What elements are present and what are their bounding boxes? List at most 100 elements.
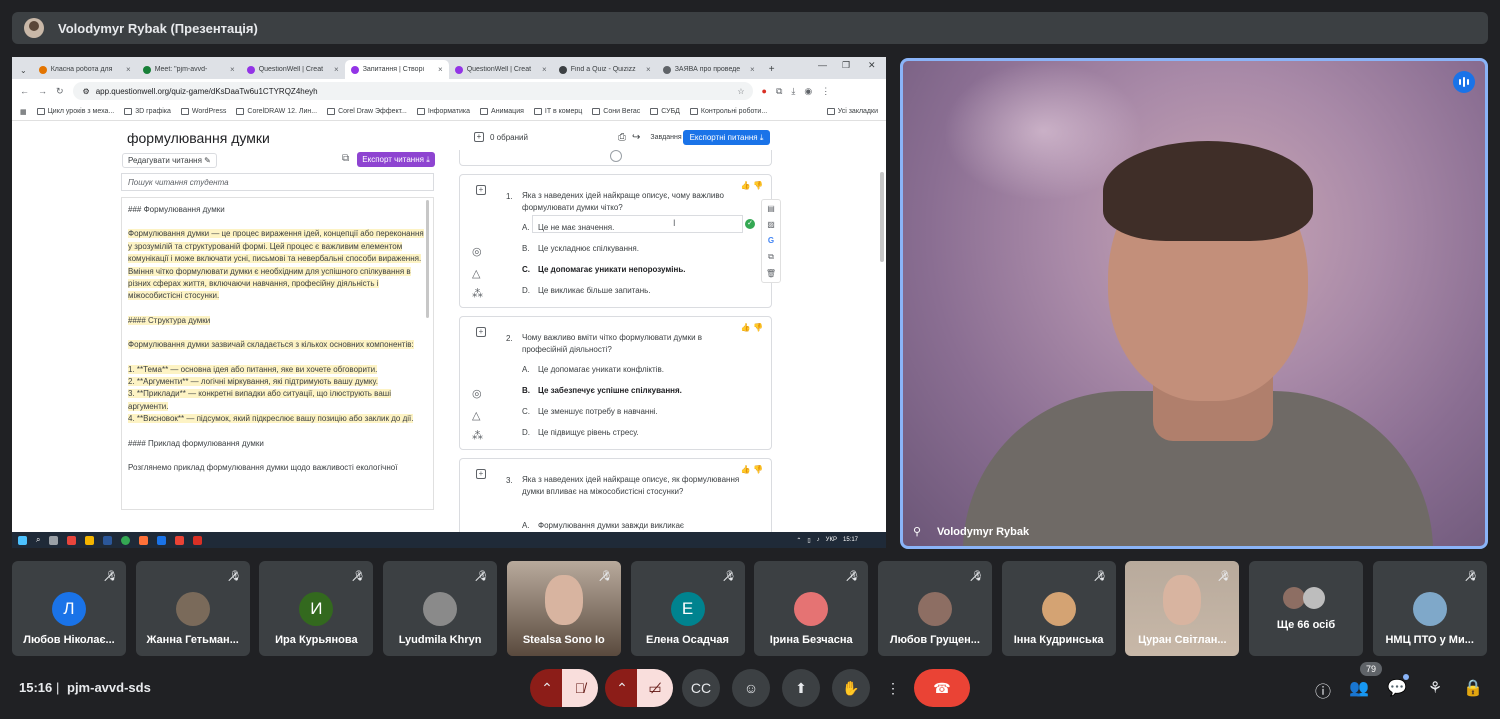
browser-tab[interactable]: ЗАЯВА про проведе × <box>657 60 761 79</box>
app-icon[interactable] <box>139 535 149 545</box>
participant-tile[interactable]: 🎙 Цуран Світлан... <box>1125 561 1240 656</box>
shapes-icon[interactable]: ⁂ <box>472 429 483 442</box>
duplicate-icon[interactable]: ⧉ <box>768 252 774 262</box>
reload-icon[interactable]: ↻ <box>56 86 64 97</box>
add-question-icon[interactable]: + <box>476 327 486 337</box>
browser-tab[interactable]: Find a Quiz - Quizizz × <box>553 60 657 79</box>
host-controls-icon[interactable]: 🔒 <box>1462 678 1484 700</box>
maximize-icon[interactable]: ❐ <box>842 60 850 71</box>
triangle-icon[interactable]: △ <box>472 267 480 280</box>
bookmark-item[interactable]: Corel Draw Эффект... <box>327 108 407 115</box>
camera-toggle-button[interactable]: ▭̸ <box>637 669 673 707</box>
participant-tile[interactable]: 🎙 Любов Грущен... <box>877 561 992 656</box>
download-icon[interactable]: ⤓ <box>791 86 795 97</box>
bookmark-item[interactable]: Сони Вегас <box>592 108 640 115</box>
people-icon[interactable]: 👥 <box>1348 678 1370 700</box>
option-b-text[interactable]: Це забезпечує успішне спілкування. <box>538 386 682 395</box>
participant-tile[interactable]: Е 🎙 Елена Осадчая <box>630 561 745 656</box>
camera-options-button[interactable]: ⌃ <box>605 669 639 707</box>
mic-options-button[interactable]: ⌃ <box>530 669 564 707</box>
option-c-text[interactable]: Це допомагає уникати непорозумінь. <box>538 265 686 274</box>
bookmark-item[interactable]: Інформатика <box>416 108 470 115</box>
presentation-pin-icon[interactable]: ⚲ <box>913 525 921 538</box>
reading-text-area[interactable]: ### Формулювання думки Формулювання думки… <box>121 197 434 510</box>
option-a-text[interactable]: Формулювання думки завжди викликає <box>538 521 684 530</box>
option-c-text[interactable]: Це зменшує потребу в навчанні. <box>538 407 658 416</box>
google-icon[interactable]: G <box>768 236 774 245</box>
close-tab-icon[interactable]: × <box>438 65 443 74</box>
more-options-button[interactable]: ⋮ <box>880 669 906 707</box>
word-icon[interactable] <box>103 535 113 545</box>
search-student-reading-input[interactable]: Пошук читання студента <box>121 173 434 191</box>
close-tab-icon[interactable]: × <box>126 65 131 74</box>
participant-tile[interactable]: Ще 66 осіб <box>1249 561 1363 656</box>
close-window-icon[interactable]: ✕ <box>868 60 876 71</box>
add-question-icon[interactable]: + <box>476 469 486 479</box>
windows-start-icon[interactable] <box>18 535 27 545</box>
captions-button[interactable]: CC <box>682 669 720 707</box>
thumbs-icons[interactable]: 👍 👎 <box>741 465 763 474</box>
browser-tab[interactable]: QuestionWell | Creat × <box>449 60 553 79</box>
bookmark-item[interactable]: CorelDRAW 12. Лин... <box>236 108 317 115</box>
opera-extension-icon[interactable]: ● <box>762 86 767 96</box>
export-questions-button[interactable]: Експортні питання ⤓ <box>683 130 770 145</box>
share-icon[interactable]: ↪ <box>632 132 640 143</box>
mic-toggle-button[interactable]: 🎙̸ <box>562 669 598 707</box>
reactions-button[interactable]: ☺ <box>732 669 770 707</box>
trash-icon[interactable]: 🗑 <box>766 269 776 278</box>
bookmark-item[interactable]: Цикл уроків з меха... <box>36 108 114 115</box>
site-info-icon[interactable]: ⚙ <box>83 87 90 96</box>
select-all-checkbox[interactable]: + <box>474 132 484 142</box>
image-icon[interactable]: ▨ <box>767 220 775 229</box>
close-tab-icon[interactable]: × <box>334 65 339 74</box>
presenter-video-tile[interactable]: ⚲ Volodymyr Rybak <box>900 58 1488 549</box>
participant-tile[interactable]: 🎙 Stealsa Sono Io <box>506 561 621 656</box>
extensions-icon[interactable]: ⧉ <box>776 86 782 97</box>
close-tab-icon[interactable]: × <box>750 65 755 74</box>
triangle-icon[interactable]: △ <box>472 409 480 422</box>
print-icon[interactable]: ⎙ <box>618 132 626 143</box>
target-icon[interactable]: ◎ <box>472 387 482 400</box>
profile-icon[interactable]: ◉ <box>804 86 812 97</box>
thumbs-icons[interactable]: 👍 👎 <box>741 323 763 332</box>
tray-chevron-icon[interactable]: ⌃ <box>796 537 801 544</box>
url-bar[interactable]: ⚙ app.questionwell.org/quiz-game/dKsDaaT… <box>72 82 753 100</box>
app-icon[interactable] <box>193 535 203 545</box>
option-b-text[interactable]: Це ускладнює спілкування. <box>538 244 639 253</box>
bookmark-item[interactable]: 3D графіка <box>124 108 171 115</box>
option-a-text[interactable]: Це допомагає уникати конфліктів. <box>538 365 664 374</box>
raise-hand-button[interactable]: ✋ <box>832 669 870 707</box>
leave-call-button[interactable]: ☎ <box>914 669 970 707</box>
search-icon[interactable]: ⌕ <box>36 535 40 545</box>
chat-icon[interactable]: 💬 <box>1386 678 1408 700</box>
close-tab-icon[interactable]: × <box>646 65 651 74</box>
bookmark-item[interactable]: WordPress <box>180 108 226 115</box>
new-tab-icon[interactable]: + <box>769 64 775 75</box>
browser-tab[interactable]: QuestionWell | Creat × <box>241 60 345 79</box>
participant-tile[interactable]: 🎙 Жанна Гетьман... <box>135 561 250 656</box>
notes-icon[interactable]: ▤ <box>767 204 775 213</box>
activities-icon[interactable]: ⚘ <box>1424 678 1446 700</box>
reading-scrollbar[interactable] <box>426 200 429 318</box>
bookmark-item[interactable]: Контрольні роботи... <box>689 108 767 115</box>
participant-tile[interactable]: Л 🎙 Любов Ніколає... <box>12 561 126 656</box>
shapes-icon[interactable]: ⁂ <box>472 287 483 300</box>
participant-tile[interactable]: 🎙 Інна Кудринська <box>1001 561 1116 656</box>
option-d-text[interactable]: Це підвищує рівень стресу. <box>538 428 639 437</box>
bookmark-item[interactable]: Усі закладки <box>826 108 878 115</box>
participant-tile[interactable]: 🎙 Lyudmila Khryn <box>383 561 498 656</box>
bookmark-item[interactable]: СУБД <box>650 108 680 115</box>
app-icon[interactable] <box>175 535 185 545</box>
participant-tile[interactable]: И 🎙 Ира Курьянова <box>259 561 374 656</box>
edit-reading-button[interactable]: Редагувати читання ✎ <box>122 153 217 168</box>
add-question-icon[interactable]: + <box>476 185 486 195</box>
close-tab-icon[interactable]: × <box>542 65 547 74</box>
back-icon[interactable]: ← <box>20 86 29 96</box>
option-edit-field[interactable]: I <box>532 215 743 233</box>
participant-tile[interactable]: 🎙 Ірина Безчасна <box>754 561 869 656</box>
page-scrollbar[interactable] <box>880 172 884 262</box>
browser-tab[interactable]: Класна робота для × <box>33 60 137 79</box>
volume-icon[interactable]: ♪ <box>817 537 820 543</box>
keyboard-language[interactable]: УКР <box>826 537 837 543</box>
target-icon[interactable]: ◎ <box>472 245 482 258</box>
